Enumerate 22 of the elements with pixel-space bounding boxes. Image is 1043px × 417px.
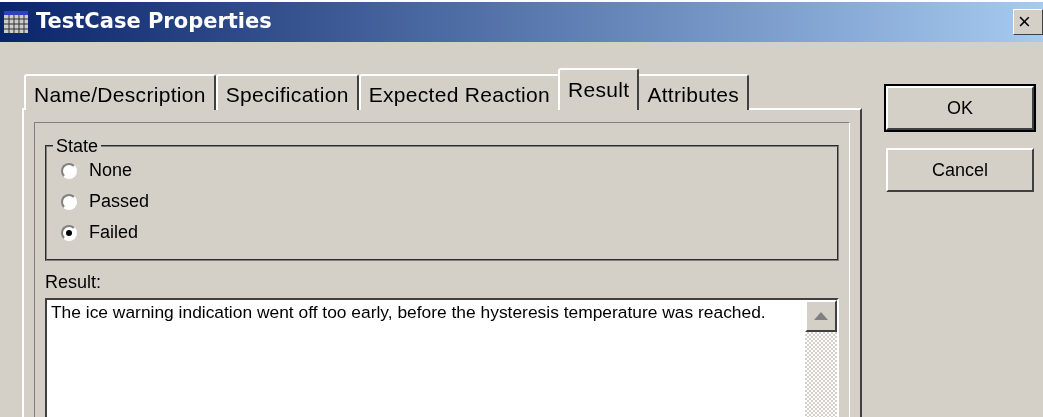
scrollbar[interactable]: [805, 300, 837, 417]
tab[interactable]: Name/Description: [24, 74, 216, 110]
close-button[interactable]: ×: [1013, 9, 1043, 35]
radio-label[interactable]: None: [89, 157, 133, 184]
tab[interactable]: Attributes: [637, 74, 750, 110]
result-text-area[interactable]: The ice warning indication went off too early, before the hysteresis temperature was reached.: [45, 298, 839, 417]
tab[interactable]: Specification: [215, 74, 359, 110]
up-arrow-icon: [814, 312, 828, 320]
window-title: TestCase Properties: [36, 8, 272, 36]
result-text: The ice warning indication went off too early, before the hysteresis temperature was reached.: [50, 301, 767, 324]
radio-button[interactable]: [61, 162, 77, 179]
radio-label[interactable]: Failed: [89, 219, 139, 246]
radio-button[interactable]: [61, 193, 77, 210]
grid-icon: [4, 11, 28, 33]
radio-button[interactable]: [61, 224, 77, 241]
tab[interactable]: Result: [558, 68, 640, 110]
ok-button[interactable]: OK: [886, 86, 1034, 130]
radio-label[interactable]: Passed: [89, 188, 150, 215]
scroll-up-button[interactable]: [805, 300, 837, 332]
tab[interactable]: Expected Reaction: [358, 74, 561, 110]
result-label: Result:: [45, 271, 102, 294]
cancel-button[interactable]: Cancel: [886, 148, 1034, 192]
